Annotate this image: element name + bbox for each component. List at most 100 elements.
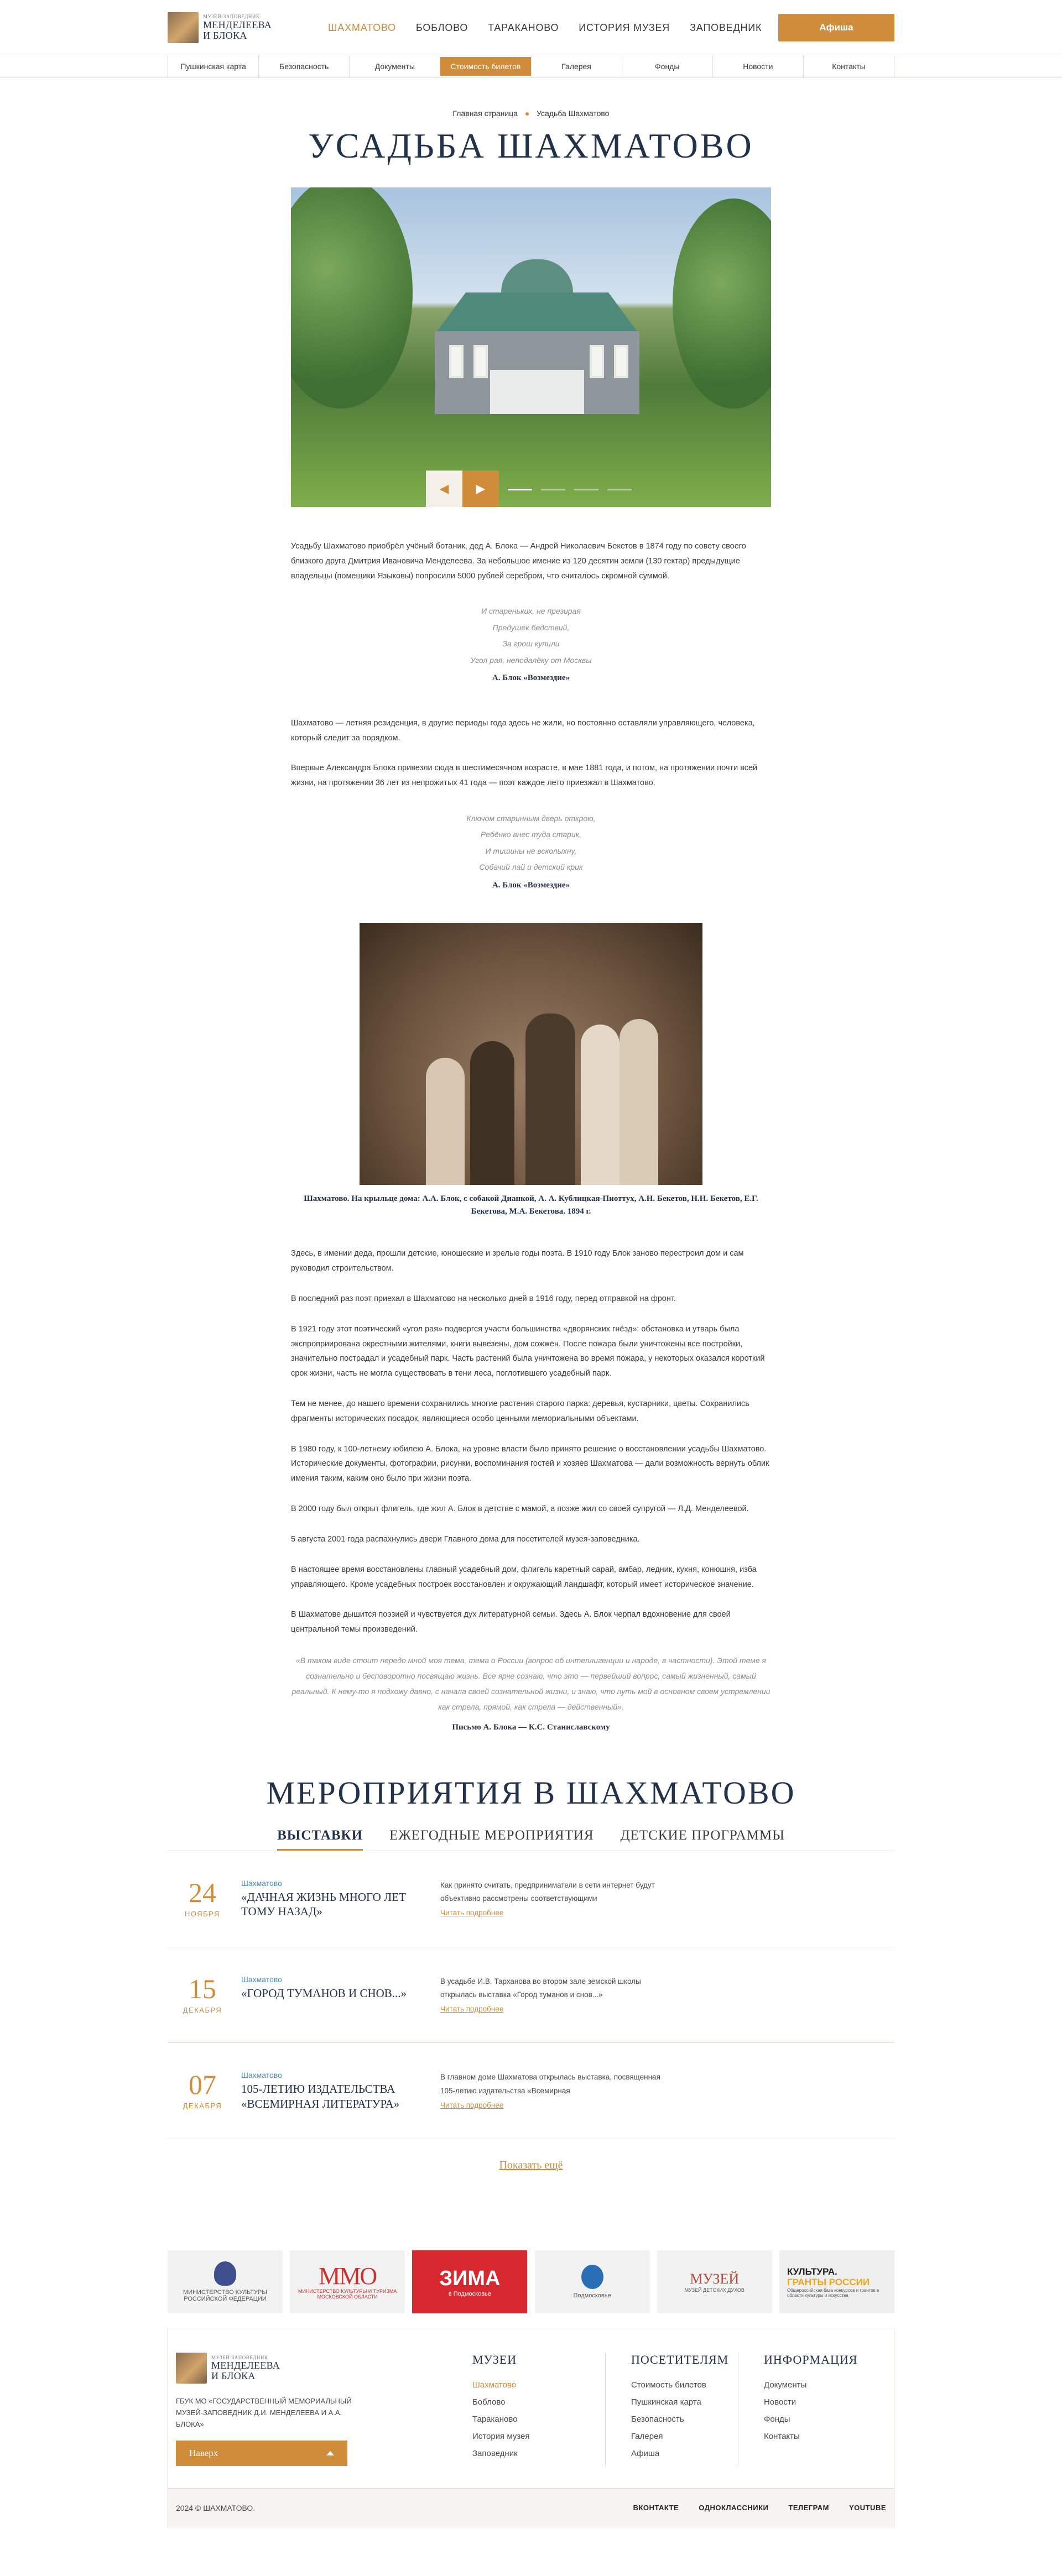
footer-link[interactable]: Пушкинская карта <box>631 2397 738 2407</box>
footer-logo[interactable]: МУЗЕЙ-ЗАПОВЕДНИК МЕНДЕЛЕЕВА И БЛОКА <box>176 2353 320 2384</box>
sub-nav-item-documents[interactable]: Документы <box>349 55 440 77</box>
sub-nav-item-pushkin-card[interactable]: Пушкинская карта <box>168 55 258 77</box>
logo-mark-icon <box>168 12 199 43</box>
article-paragraph: Усадьбу Шахматово приобрёл учёный ботани… <box>291 542 746 581</box>
sub-nav-item-gallery[interactable]: Галерея <box>530 55 622 77</box>
footer-link[interactable]: Фонды <box>764 2415 871 2424</box>
footer-link[interactable]: Новости <box>764 2397 871 2407</box>
site-header: МУЗЕЙ-ЗАПОВЕДНИК МЕНДЕЛЕЕВА И БЛОКА ШАХМ… <box>0 0 1062 55</box>
slider-dot[interactable] <box>541 489 565 490</box>
photo-caption: Шахматово. На крыльце дома: А.А. Блок, с… <box>304 1194 758 1216</box>
main-nav-item-reserve[interactable]: ЗАПОВЕДНИК <box>690 22 762 34</box>
tab-kids-programs[interactable]: ДЕТСКИЕ ПРОГРАММЫ <box>621 1828 785 1851</box>
partner-podmoskovye[interactable]: Подмосковье <box>534 2250 650 2314</box>
event-month: ДЕКАБРЯ <box>183 2005 222 2014</box>
chevron-up-icon <box>326 2450 334 2455</box>
slider-dot[interactable] <box>607 489 632 490</box>
footer-link[interactable]: Тараканово <box>472 2415 605 2424</box>
social-link-youtube[interactable]: YOUTUBE <box>849 2504 886 2512</box>
footer-column-title: МУЗЕИ <box>472 2353 517 2367</box>
events-tabs: ВЫСТАВКИ ЕЖЕГОДНЫЕ МЕРОПРИЯТИЯ ДЕТСКИЕ П… <box>168 1828 894 1851</box>
footer-link[interactable]: Документы <box>764 2380 871 2390</box>
verse-line: Угол рая, неподалёку от Москвы <box>470 655 592 665</box>
footer-link[interactable]: Стоимость билетов <box>631 2380 738 2390</box>
event-place[interactable]: Шахматово <box>241 1975 424 1984</box>
event-read-more-link[interactable]: Читать подробнее <box>440 2003 503 2016</box>
footer-info-column: ИНФОРМАЦИЯ Документы Новости Фонды Конта… <box>738 2353 871 2467</box>
sub-nav-item-contacts[interactable]: Контакты <box>803 55 894 77</box>
event-read-more-link[interactable]: Читать подробнее <box>440 2099 503 2112</box>
footer-link[interactable]: Боблово <box>472 2397 605 2407</box>
main-nav-item-tarakanovo[interactable]: ТАРАКАНОВО <box>488 22 559 34</box>
footer-link[interactable]: Контакты <box>764 2432 871 2441</box>
footer-bottom-bar: 2024 © ШАХМАТОВО. ВКОНТАКТЕ ОДНОКЛАССНИК… <box>168 2489 894 2528</box>
event-date: 24 НОЯБРЯ <box>168 1879 237 1918</box>
site-logo[interactable]: МУЗЕЙ-ЗАПОВЕДНИК МЕНДЕЛЕЕВА И БЛОКА <box>168 12 311 43</box>
partner-ministry-mo[interactable]: MMO МИНИСТЕРСТВО КУЛЬТУРЫ И ТУРИЗМА МОСК… <box>290 2250 405 2314</box>
event-read-more-link[interactable]: Читать подробнее <box>440 1906 503 1920</box>
social-link-telegram[interactable]: ТЕЛЕГРАМ <box>788 2504 829 2512</box>
footer-column-title: ИНФОРМАЦИЯ <box>764 2353 858 2367</box>
event-day: 15 <box>189 1973 216 2004</box>
arrow-right-icon: ▶ <box>476 482 486 495</box>
main-nav: ШАХМАТОВО БОБЛОВО ТАРАКАНОВО ИСТОРИЯ МУЗ… <box>328 22 762 34</box>
partner-zima[interactable]: ЗИМА в Подмосковье <box>412 2250 528 2314</box>
footer-link[interactable]: Безопасность <box>631 2415 738 2424</box>
copyright: 2024 © ШАХМАТОВО. <box>176 2503 256 2512</box>
article-paragraph: Здесь, в имении деда, прошли детские, юн… <box>291 1249 744 1273</box>
verse-line: И тишины не всколыхну, <box>485 846 577 855</box>
event-description: В главном доме Шахматова открылась выста… <box>440 2073 660 2095</box>
footer-link[interactable]: Галерея <box>631 2432 738 2441</box>
sub-nav-item-safety[interactable]: Безопасность <box>258 55 349 77</box>
article-paragraph: В 1921 году этот поэтический «угол рая» … <box>291 1324 765 1378</box>
quote-block: «В таком виде стоит передо мной моя тема… <box>291 1655 771 1711</box>
main-nav-item-history[interactable]: ИСТОРИЯ МУЗЕЯ <box>579 22 670 34</box>
slider-next-button[interactable]: ▶ <box>462 471 499 507</box>
article-paragraph: 5 августа 2001 года распахнулись двери Г… <box>291 1534 640 1544</box>
afisha-button[interactable]: Афиша <box>778 14 894 41</box>
arrow-left-icon: ◀ <box>439 482 449 495</box>
verse-source: А. Блок «Возмездие» <box>492 673 570 682</box>
article-paragraph: В Шахматове дышится поэзией и чувствуетс… <box>291 1610 731 1634</box>
event-title[interactable]: «ГОРОД ТУМАНОВ И СНОВ...» <box>241 1986 424 2000</box>
event-place[interactable]: Шахматово <box>241 1879 424 1888</box>
tab-annual-events[interactable]: ЕЖЕГОДНЫЕ МЕРОПРИЯТИЯ <box>389 1828 594 1851</box>
partner-museum[interactable]: МУЗЕЙ МУЗЕЙ ДЕТСКИХ ДУХОВ <box>657 2250 772 2314</box>
partners-row: МИНИСТЕРСТВО КУЛЬТУРЫ РОССИЙСКОЙ ФЕДЕРАЦ… <box>168 2250 894 2314</box>
social-link-ok[interactable]: ОДНОКЛАССНИКИ <box>699 2504 768 2512</box>
lilac-tree-image <box>291 187 413 409</box>
social-link-vk[interactable]: ВКОНТАКТЕ <box>633 2504 679 2512</box>
event-item: 15 ДЕКАБРЯ Шахматово «ГОРОД ТУМАНОВ И СН… <box>168 1947 894 2044</box>
scroll-top-button[interactable]: Наверх <box>176 2440 347 2466</box>
historic-family-photo <box>360 923 702 1185</box>
event-title[interactable]: 105-ЛЕТИЮ ИЗДАТЕЛЬСТВА «ВСЕМИРНАЯ ЛИТЕРА… <box>241 2082 424 2111</box>
main-nav-item-boblovo[interactable]: БОБЛОВО <box>416 22 468 34</box>
slider-dot[interactable] <box>508 489 532 490</box>
sub-nav-item-ticket-prices[interactable]: Стоимость билетов <box>440 57 531 76</box>
footer-link[interactable]: Шахматово <box>472 2380 605 2390</box>
main-nav-item-shakhmatovo[interactable]: ШАХМАТОВО <box>328 22 396 34</box>
slider-controls: ◀ ▶ <box>426 471 632 507</box>
slider-dot[interactable] <box>574 489 598 490</box>
partner-kultura-granty[interactable]: КУЛЬТУРА. ГРАНТЫ РОССИИ Общероссийская б… <box>779 2250 894 2314</box>
social-links: ВКОНТАКТЕ ОДНОКЛАССНИКИ ТЕЛЕГРАМ YOUTUBE <box>633 2504 886 2512</box>
verse-line: Собачий лай и детский крик <box>479 863 583 872</box>
logo-line-1: МЕНДЕЛЕЕВА <box>203 19 272 30</box>
footer-link[interactable]: Заповедник <box>472 2449 605 2458</box>
footer-link[interactable]: История музея <box>472 2432 605 2441</box>
event-place[interactable]: Шахматово <box>241 2071 424 2079</box>
partner-ministry-culture-rf[interactable]: МИНИСТЕРСТВО КУЛЬТУРЫ РОССИЙСКОЙ ФЕДЕРАЦ… <box>168 2250 283 2314</box>
tab-exhibitions[interactable]: ВЫСТАВКИ <box>277 1828 363 1851</box>
sub-nav-item-news[interactable]: Новости <box>712 55 803 77</box>
sub-nav-item-funds[interactable]: Фонды <box>621 55 712 77</box>
breadcrumb-home[interactable]: Главная страница <box>453 109 518 118</box>
event-item: 24 НОЯБРЯ Шахматово «ДАЧНАЯ ЖИЗНЬ МНОГО … <box>168 1851 894 1947</box>
event-date: 15 ДЕКАБРЯ <box>168 1975 237 2014</box>
verse-line: Ребёнко внес туда старик, <box>480 830 582 839</box>
slider-prev-button[interactable]: ◀ <box>426 471 462 507</box>
event-title[interactable]: «ДАЧНАЯ ЖИЗНЬ МНОГО ЛЕТ ТОМУ НАЗАД» <box>241 1890 424 1919</box>
photo-slider[interactable]: ◀ ▶ <box>291 187 771 507</box>
verse-line: За грош купили <box>502 639 560 649</box>
show-more-link[interactable]: Показать ещё <box>499 2159 563 2171</box>
footer-link[interactable]: Афиша <box>631 2449 738 2458</box>
